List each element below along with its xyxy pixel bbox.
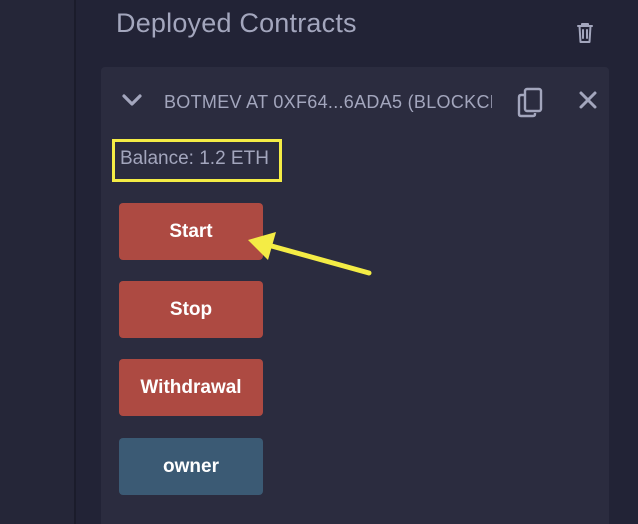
copy-icon[interactable] <box>514 86 546 118</box>
owner-button[interactable]: owner <box>119 438 263 495</box>
deployed-contracts-title: Deployed Contracts <box>116 8 357 38</box>
left-panel <box>0 0 74 524</box>
withdrawal-button[interactable]: Withdrawal <box>119 359 263 416</box>
contract-instance-name[interactable]: BOTMEV AT 0XF64...6ADA5 (BLOCKCHAIN) <box>164 88 492 116</box>
stop-button[interactable]: Stop <box>119 281 263 338</box>
trash-icon[interactable] <box>570 18 600 48</box>
contract-balance: Balance: 1.2 ETH <box>120 148 269 169</box>
start-button[interactable]: Start <box>119 203 263 260</box>
close-icon[interactable] <box>578 90 598 110</box>
remix-run-panel: Deployed Contracts BOTMEV AT 0XF64...6AD… <box>0 0 638 524</box>
chevron-down-icon[interactable] <box>121 92 143 110</box>
panel-divider[interactable] <box>74 0 76 524</box>
